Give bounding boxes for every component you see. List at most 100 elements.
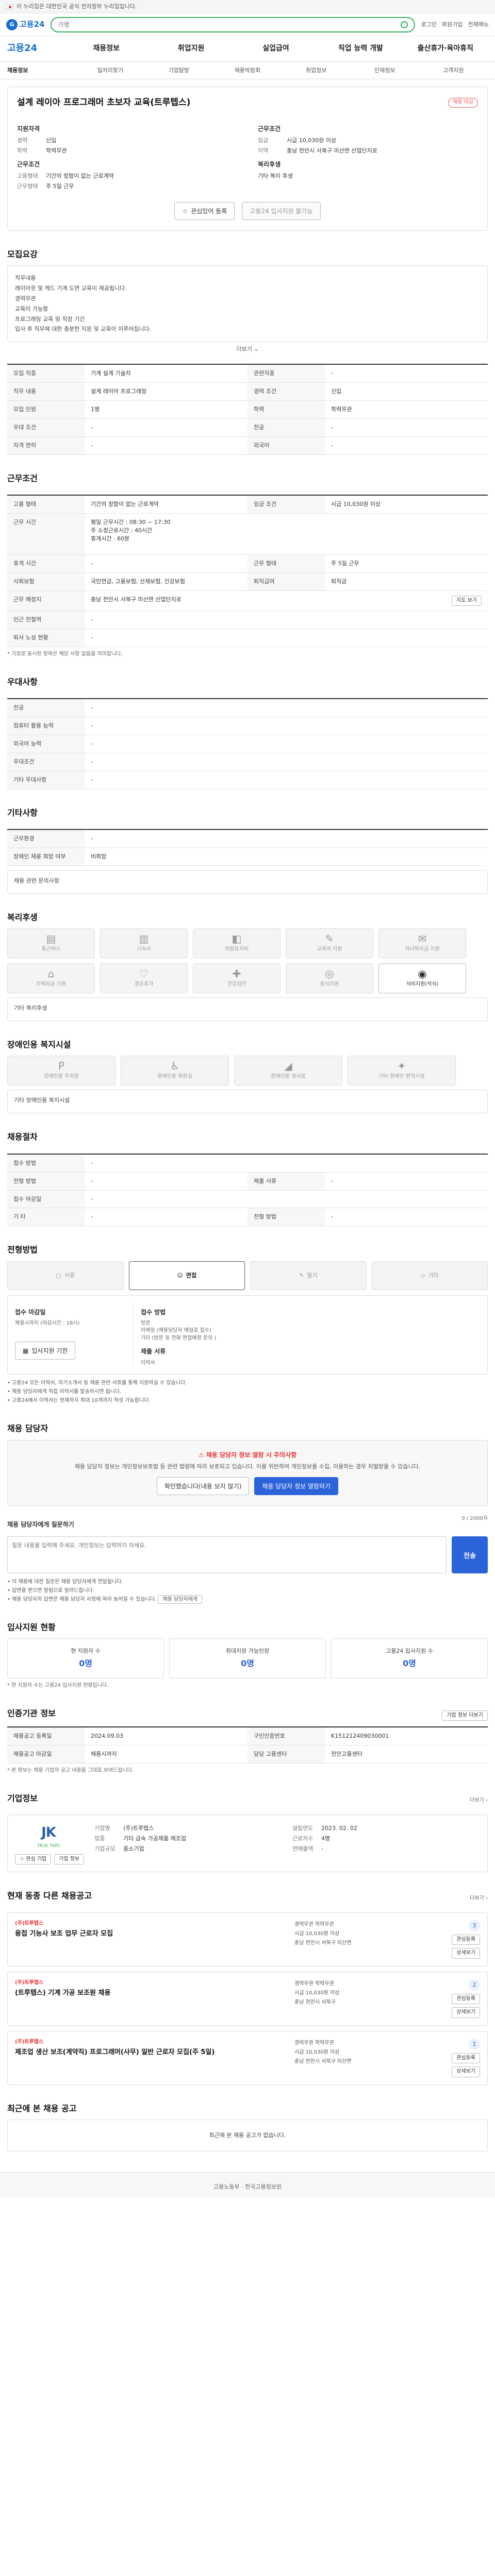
list-interest-button[interactable]: 관심등록 — [452, 1934, 480, 1945]
grid-row: 모집 인원 1명 학력 학력무관 — [7, 400, 488, 419]
nav-item-employment-support[interactable]: 취업지원 — [148, 43, 233, 54]
company-interest-button[interactable]: ☆ 관심 기업 — [15, 1854, 52, 1865]
grid-row: 근무 예정지 충남 천안시 서북구 미산면 산업단지로 지도 보기 — [7, 590, 488, 612]
company-info-label: 기업 정보 — [59, 1856, 80, 1862]
list-detail-button[interactable]: 상세보기 — [452, 2066, 480, 2077]
subnav-item-company[interactable]: 기업탐방 — [144, 66, 213, 75]
nav-item-jobs[interactable]: 채용정보 — [64, 43, 148, 54]
grid-key: 근무 형태 — [248, 554, 325, 572]
grid-key: 전형 방법 — [248, 1208, 325, 1226]
section-title: 전형방법 — [7, 1245, 38, 1255]
confirm-button[interactable]: 확인했습니다(내용 보지 않기) — [156, 1477, 250, 1495]
grid-key: 휴게 시간 — [7, 554, 85, 572]
company-info-button[interactable]: 기업 정보 — [54, 1854, 85, 1865]
subnav-item-fair[interactable]: 채용박람회 — [213, 66, 282, 75]
list-item[interactable]: (주)트루텝스 용접 기능사 보조 업무 근로자 모집 경력무관 학력무관 시급 1… — [7, 1912, 488, 1967]
company-more-link[interactable]: 더보기 › — [470, 1797, 488, 1805]
grid-key: 근무환경 — [7, 830, 85, 848]
tuition-icon: ✉ — [418, 933, 427, 945]
kv-value: 주 5일 근무 — [46, 183, 74, 190]
deadline-button[interactable]: ▦ 입사지원 기한 — [15, 1342, 76, 1360]
contact-notice: ⚠ 채용 담당자 정보 열람 시 주의사항 채용 담당자 정보는 개인정보보호법… — [7, 1439, 488, 1506]
list-title[interactable]: 제조업 생산 보조(계약직) 프로그래머(사무) 일반 근로자 모집(주 5일) — [15, 2048, 289, 2058]
list-title[interactable]: (트루텝스) 기계 가공 보조원 채용 — [15, 1989, 289, 1998]
nav-item-unemployment-benefit[interactable]: 실업급여 — [234, 43, 318, 54]
grid-value: 설계 레이아 프로그래밍 — [91, 388, 147, 395]
method-line: 기타 (방문 및 전화 면접예정 문의 ) — [141, 1335, 217, 1341]
method-label: 서류 — [64, 1272, 75, 1279]
list-detail-button[interactable]: 상세보기 — [452, 2007, 480, 2018]
subnav-item-info[interactable]: 취업정보 — [282, 66, 351, 75]
section-title: 장애인용 복지시설 — [7, 1040, 71, 1050]
conditions-grid: 고용 형태 기간의 정함이 없는 근로계약 임금 조건 시급 10,030원 이상 근… — [7, 494, 488, 648]
similar-more-link[interactable]: 더보기 › — [470, 1895, 488, 1903]
subnav-item-jobs[interactable]: 채용정보 — [7, 66, 76, 75]
section-title: 근무조건 — [7, 473, 38, 483]
list-item[interactable]: (주)트루텝스 제조업 생산 보조(계약직) 프로그래머(사무) 일반 근로자 모… — [7, 2030, 488, 2085]
send-question-button[interactable]: 전송 — [452, 1536, 488, 1574]
grid-value: - — [91, 1195, 93, 1202]
nav-item-parental-leave[interactable]: 출산휴가·육아휴직 — [403, 43, 488, 54]
bus-icon: ▤ — [46, 933, 56, 945]
signup-link[interactable]: 회원가입 — [442, 21, 463, 29]
kv-key: 기업명 — [94, 1824, 110, 1832]
subnav-item-find[interactable]: 일자리찾기 — [76, 66, 144, 75]
search-input[interactable] — [58, 21, 401, 28]
education-icon: ✎ — [325, 933, 334, 945]
company-logo-sub: TRUE TEPS — [37, 1843, 60, 1848]
list-meta: 시급 10,030원 이상 — [294, 1990, 340, 1996]
list-title[interactable]: 용접 기능사 보조 업무 근로자 모집 — [15, 1929, 289, 1939]
search-icon[interactable] — [400, 21, 408, 28]
stats-note: * 현 지원자 수는 고용24 입사지원 현황입니다. — [7, 1682, 109, 1688]
list-item[interactable]: (주)트루텝스 (트루텝스) 기계 가공 보조원 채용 경력무관 학력무관 시급 1… — [7, 1971, 488, 2026]
desc-line: 입사 후 직무에 대한 충분한 지원 및 교육이 이루어집니다. — [15, 326, 152, 333]
apply-notes: • 고용24 모든 이력서, 자기소개서 등 채용 관련 서류를 통해 지원하실… — [7, 1379, 488, 1405]
grid-value: - — [331, 423, 333, 431]
list-meta: 충남 천안시 서북구 미산면 — [294, 2058, 352, 2064]
question-textarea[interactable] — [7, 1536, 447, 1574]
grid-key: 채용공고 등록일 — [7, 1727, 85, 1745]
list-meta: 충남 천안시 서북구 미산면 — [294, 1940, 352, 1946]
welfare-item: ✎ 교육비 지원 — [286, 928, 373, 959]
method-section: 전형방법 ▢ 서류 ☺ 면접 ✎ 필기 ◇ 기타 접수 마감일 채용시까지 (마감시간 … — [7, 1244, 488, 1405]
disability-label: 기타 장애인 편의시설 — [378, 1074, 425, 1080]
health-icon: ✚ — [232, 968, 241, 980]
map-button[interactable]: 지도 보기 — [452, 595, 482, 606]
info-more-button[interactable]: 기업 정보 더보기 — [442, 1710, 488, 1721]
nav-brand[interactable]: 고용24 — [7, 42, 64, 55]
grid-key: 학력 — [248, 400, 325, 418]
ask-link-button[interactable]: 채용 담당자에게 — [158, 1595, 203, 1604]
apply-info-box: 접수 마감일 채용시까지 (마감시간 : 18시) ▦ 입사지원 기한 접수 방법… — [7, 1295, 488, 1375]
more-button[interactable]: 더보기 ⌄ — [7, 345, 488, 353]
apply-button[interactable]: 고용24 입사지원 불가능 — [242, 202, 321, 221]
docs-value: 이력서 — [141, 1360, 155, 1366]
grid-key: 우대 조건 — [7, 418, 85, 436]
grid-value: - — [91, 740, 93, 748]
nav-item-vocational-training[interactable]: 직업 능력 개발 — [318, 43, 403, 54]
all-menu-link[interactable]: 전체메뉴 — [468, 21, 489, 29]
star-icon: ☆ — [20, 1856, 26, 1862]
section-title: 채용절차 — [7, 1132, 38, 1142]
login-link[interactable]: 로그인 — [421, 21, 437, 29]
grid-key: 인근 전철역 — [7, 611, 85, 629]
grid-value: - — [91, 442, 93, 449]
grid-row: 외국어 능력 - — [7, 735, 488, 754]
kv-key: 임금 — [258, 137, 269, 144]
welfare-item: ✚ 건강검진 — [193, 963, 280, 994]
subnav-item-talent[interactable]: 인재정보 — [351, 66, 419, 75]
list-detail-button[interactable]: 상세보기 — [452, 1948, 480, 1959]
list-interest-button[interactable]: 관심등록 — [452, 2053, 480, 2064]
send-question-label: 전송 — [464, 1552, 476, 1560]
grid-key: 고용 형태 — [7, 495, 85, 513]
grid-row: 우대조건 - — [7, 753, 488, 772]
scrap-button[interactable]: ☆ 관심있어 등록 — [174, 202, 235, 221]
site-logo[interactable]: G 고용24 — [6, 19, 44, 30]
search-bar[interactable] — [51, 16, 415, 32]
disability-box: 기타 장애인용 복지시설 — [7, 1090, 488, 1114]
ramp-icon: ◢ — [284, 1060, 292, 1073]
subnav-item-support[interactable]: 고객지원 — [419, 66, 488, 75]
list-interest-button[interactable]: 관심등록 — [452, 1993, 480, 2005]
notice-title: 채용 담당자 정보 열람 시 주의사항 — [206, 1451, 297, 1459]
grid-value: 천안고용센터 — [331, 1750, 362, 1757]
view-contact-button[interactable]: 채용 담당자 정보 열람하기 — [254, 1477, 339, 1495]
